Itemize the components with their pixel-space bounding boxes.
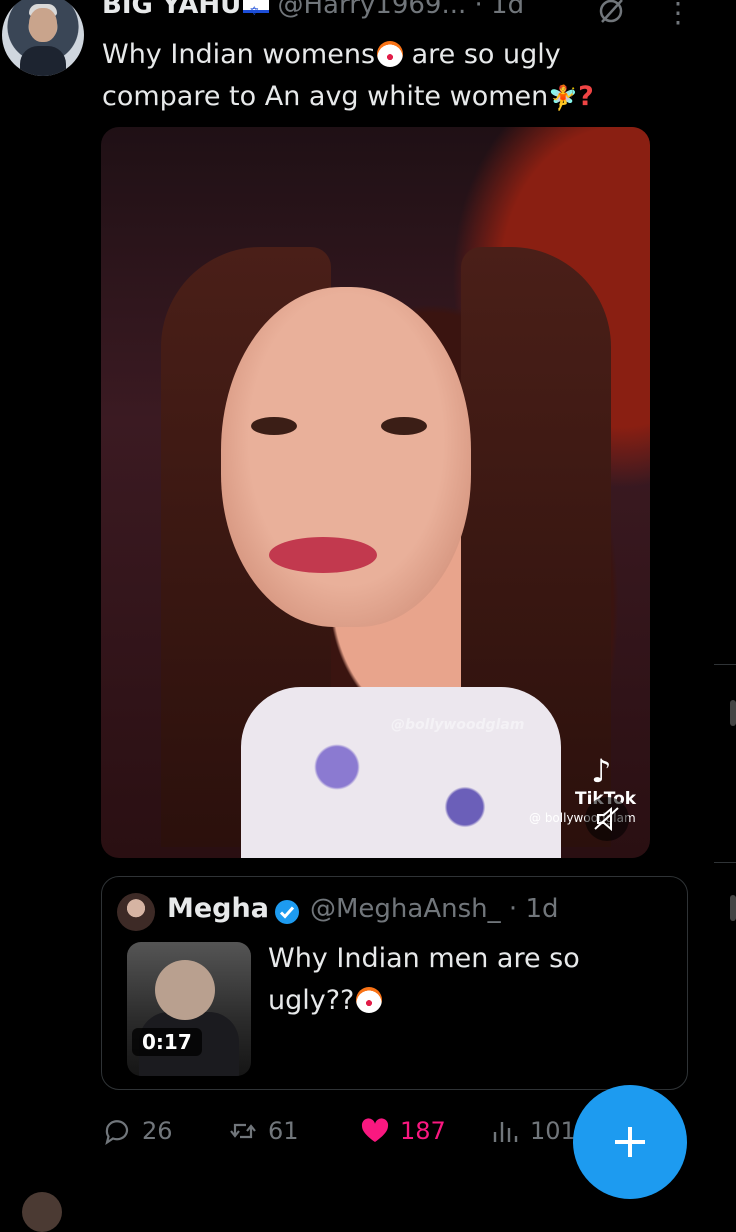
- quote-author-name[interactable]: Megha: [167, 893, 269, 924]
- retweet-icon: [230, 1123, 256, 1139]
- clown-emoji: [356, 986, 383, 1013]
- question-emoji: ?: [578, 81, 594, 112]
- like-count: 187: [400, 1117, 446, 1145]
- israel-flag-emoji: [243, 0, 270, 30]
- grok-icon[interactable]: [596, 0, 626, 26]
- clown-emoji: [377, 40, 404, 67]
- fairy-emoji: 🧚: [548, 83, 579, 112]
- like-button[interactable]: 187: [360, 1114, 446, 1148]
- heart-icon: [361, 1118, 389, 1142]
- reply-button[interactable]: 26: [102, 1114, 173, 1148]
- mute-icon: [594, 806, 619, 832]
- adjacent-tweet-edge: [730, 895, 736, 921]
- tiktok-logo-icon: ♪: [591, 752, 612, 790]
- plus-icon: [615, 1127, 645, 1157]
- quote-handle[interactable]: @MeghaAnsh_: [310, 894, 501, 924]
- tweet-time[interactable]: 1d: [491, 0, 524, 20]
- author-handle[interactable]: @Harry1969...: [277, 0, 466, 20]
- quote-time[interactable]: 1d: [525, 894, 558, 924]
- next-tweet-avatar[interactable]: [22, 1192, 62, 1232]
- video-duration: 0:17: [132, 1028, 202, 1056]
- quote-meta: @MeghaAnsh_ · 1d: [310, 894, 559, 924]
- quote-text: Why Indian men are so ugly??: [268, 943, 580, 1016]
- divider: [714, 664, 736, 665]
- verified-icon: [275, 900, 299, 924]
- video-watermark: @bollywoodglam: [391, 717, 525, 733]
- author-name[interactable]: BIG YAHU: [102, 0, 241, 20]
- retweet-button[interactable]: 61: [228, 1114, 299, 1148]
- tweet-video[interactable]: @bollywoodglam ♪ TikTok @ bollywoodglam: [101, 127, 650, 858]
- divider: [714, 862, 736, 863]
- views-icon: [493, 1122, 518, 1142]
- retweet-count: 61: [268, 1117, 299, 1145]
- quote-avatar[interactable]: [117, 893, 155, 931]
- reply-icon: [105, 1120, 129, 1145]
- header-separator: ·: [474, 0, 483, 20]
- tweet-text: Why Indian womens are so ugly compare to…: [102, 34, 662, 119]
- compose-button[interactable]: [573, 1085, 687, 1199]
- more-icon[interactable]: ⋮: [664, 0, 694, 28]
- mute-button[interactable]: [585, 797, 629, 841]
- author-avatar[interactable]: [2, 0, 84, 76]
- adjacent-tweet-edge: [730, 700, 736, 726]
- reply-count: 26: [142, 1117, 173, 1145]
- tweet-header: BIG YAHU @Harry1969... · 1d: [102, 0, 524, 30]
